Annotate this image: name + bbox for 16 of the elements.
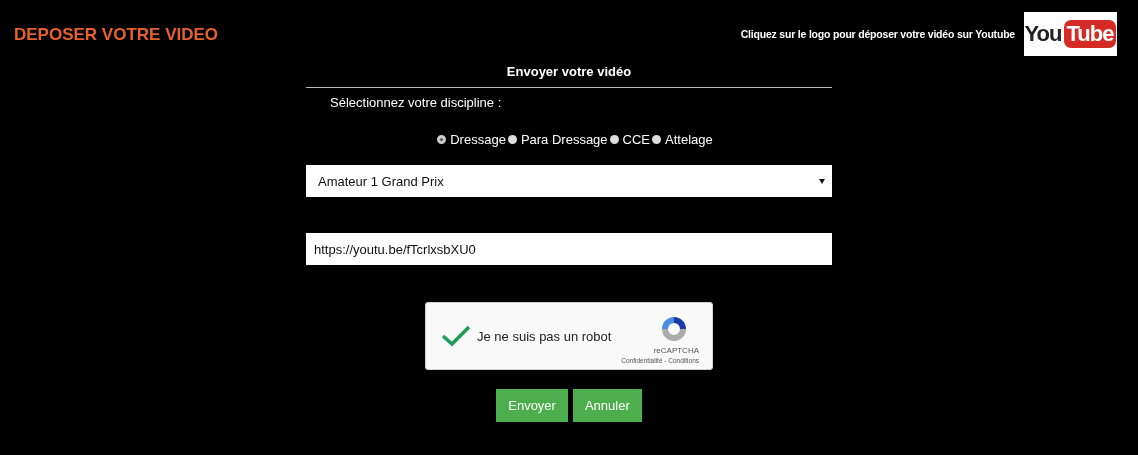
radio-option[interactable]: Para Dressage (507, 132, 608, 147)
radio-option[interactable]: Dressage (437, 132, 506, 147)
url-field[interactable]: https://youtu.be/fTcrlxsbXU0 (306, 233, 832, 265)
youtube-logo[interactable]: You Tube (1024, 12, 1117, 56)
recaptcha-icon (659, 314, 689, 344)
check-icon[interactable] (441, 324, 471, 348)
page-title: DEPOSER VOTRE VIDEO (14, 25, 219, 45)
field-label: Sélectionnez votre discipline : (330, 95, 503, 110)
radio-option[interactable]: CCE (609, 132, 651, 147)
caret-icon (819, 178, 825, 184)
captcha-brand: reCAPTCHA (653, 346, 699, 355)
form-heading: Envoyer votre vidéo (306, 64, 832, 88)
captcha-label: Je ne suis pas un robot (477, 328, 612, 344)
hint-text: Cliquez sur le logo pour déposer votre vidéo sur Youtube (740, 28, 1015, 40)
radio-option[interactable]: Attelage (652, 132, 713, 147)
category-dropdown[interactable]: Amateur 1 Grand Prix (306, 165, 832, 197)
